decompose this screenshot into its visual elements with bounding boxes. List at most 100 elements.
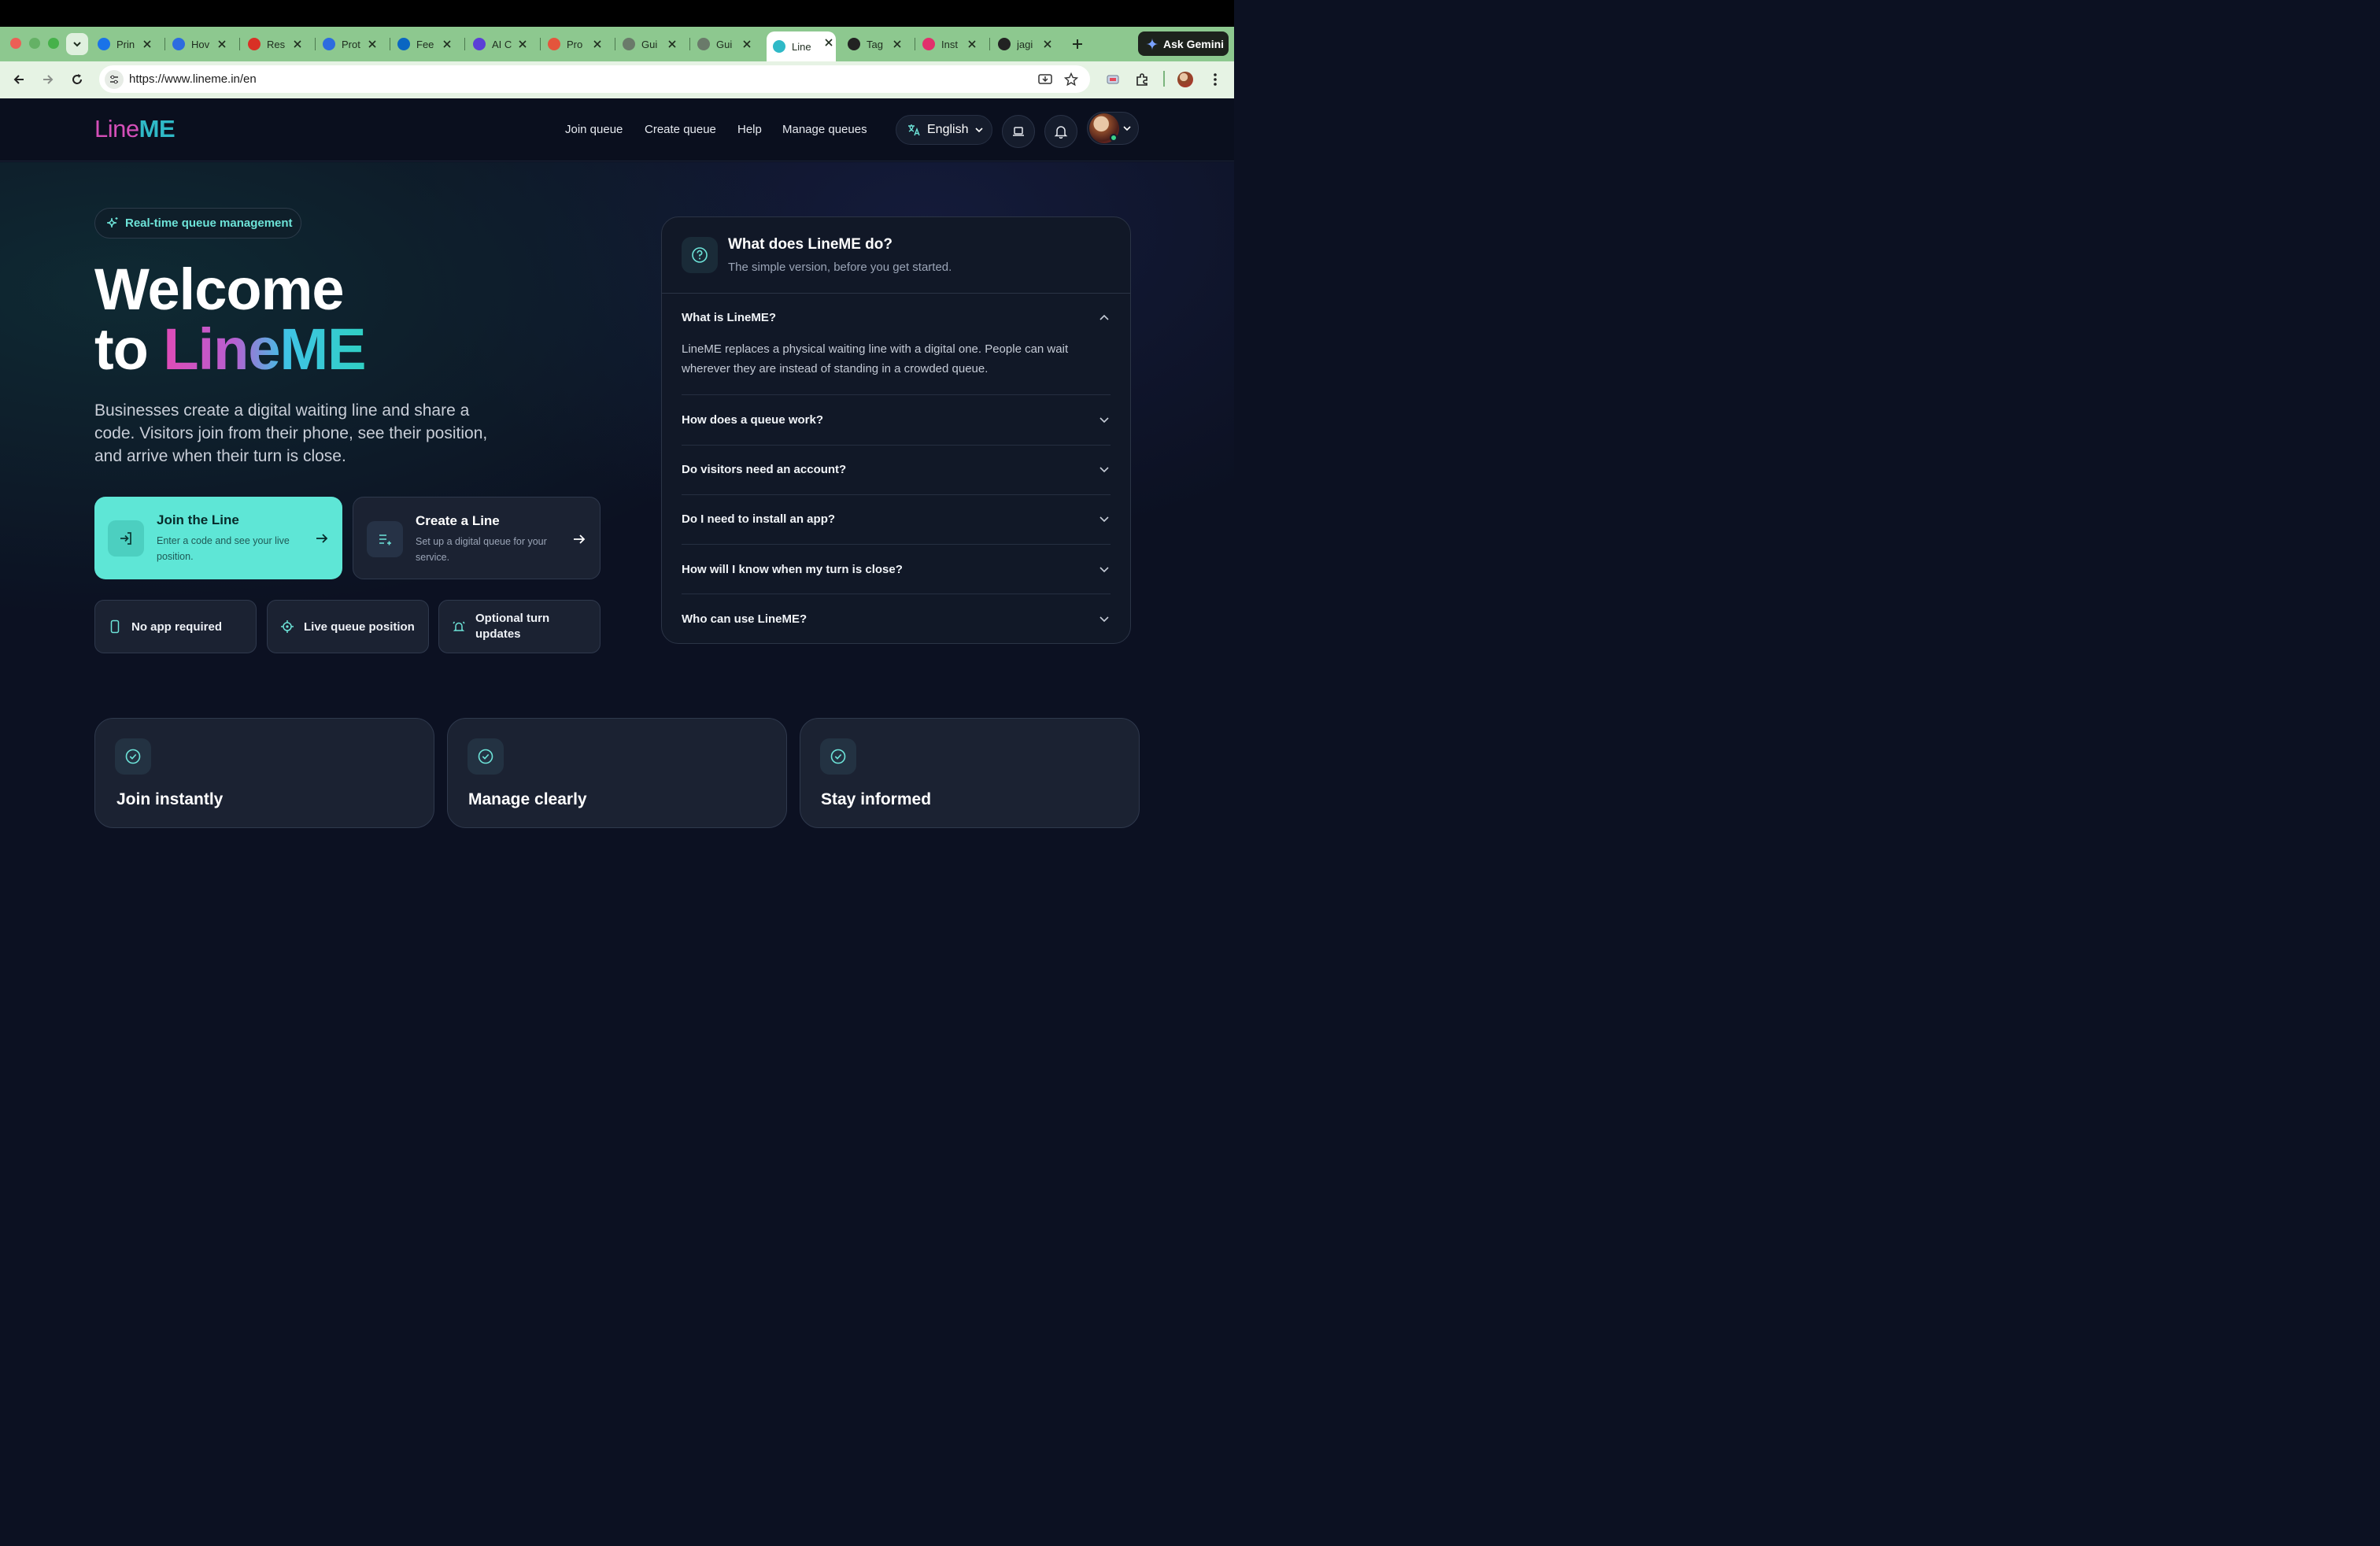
window-close-button[interactable] (10, 38, 21, 49)
close-icon[interactable] (290, 37, 305, 51)
close-icon[interactable] (1040, 37, 1055, 51)
rocket-icon (473, 38, 486, 50)
join-the-line-button[interactable]: Join the Line Enter a code and see your … (94, 497, 342, 579)
site-info-button[interactable] (105, 70, 124, 89)
url-text[interactable]: https://www.lineme.in/en (129, 72, 257, 86)
puzzle-icon (1136, 73, 1148, 86)
create-a-line-button[interactable]: Create a Line Set up a digital queue for… (353, 497, 601, 579)
new-tab-button[interactable] (1069, 33, 1086, 55)
tab-label: Inst (941, 38, 958, 50)
close-icon[interactable] (440, 37, 454, 51)
browser-tab[interactable]: Hov (172, 33, 229, 55)
tab-label: jagi (1017, 38, 1033, 50)
extensions-button[interactable] (1132, 69, 1152, 90)
tab-separator (989, 38, 990, 50)
window-zoom-button[interactable] (48, 38, 59, 49)
chevron-down-icon[interactable] (1098, 563, 1111, 575)
more-vertical-icon (1214, 73, 1217, 86)
chevron-down-icon[interactable] (1098, 612, 1111, 625)
gemini-sparkle-icon (1146, 37, 1159, 50)
lineme-logo[interactable]: LineME (94, 115, 176, 143)
browser-tab[interactable]: jagi (998, 33, 1055, 55)
window-minimize-button[interactable] (29, 38, 40, 49)
tab-search-button[interactable] (66, 33, 88, 55)
producthunt-icon (548, 38, 560, 50)
tab-label: Line (792, 40, 811, 53)
faq-subtitle: The simple version, before you get start… (728, 261, 952, 274)
forward-button[interactable] (38, 69, 58, 90)
close-icon[interactable] (665, 37, 679, 51)
language-select[interactable]: English (896, 115, 992, 145)
chevron-down-icon[interactable] (1098, 512, 1111, 525)
nav-manage-queues[interactable]: Manage queues (782, 123, 867, 136)
bookmark-button[interactable] (1061, 69, 1081, 90)
faq-question-how-queue-works[interactable]: How does a queue work? (682, 413, 823, 427)
notifications-button[interactable] (1044, 115, 1077, 148)
profile-button[interactable] (1175, 69, 1196, 90)
browser-tab[interactable]: Tag (848, 33, 904, 55)
page-icon (623, 38, 635, 50)
join-the-line-title: Join the Line (157, 512, 239, 527)
tab-label: Pro (567, 38, 583, 50)
close-icon[interactable] (140, 37, 154, 51)
nav-join-queue[interactable]: Join queue (565, 123, 623, 136)
faq-card (661, 216, 1131, 644)
browser-menu-button[interactable] (1205, 69, 1225, 90)
check-circle-box (468, 738, 504, 775)
close-icon[interactable] (590, 37, 604, 51)
browser-tab[interactable]: Pro (548, 33, 604, 55)
cta-icon-box (367, 521, 403, 557)
chevron-down-icon (975, 128, 984, 133)
check-circle-icon (478, 749, 493, 764)
nav-help[interactable]: Help (737, 123, 762, 136)
faq-question-what-is-lineme[interactable]: What is LineME? (682, 311, 776, 324)
reload-button[interactable] (67, 69, 87, 90)
close-icon[interactable] (740, 37, 754, 51)
display-mode-button[interactable] (1002, 115, 1035, 148)
close-icon[interactable] (516, 37, 530, 51)
close-icon[interactable] (965, 37, 979, 51)
extension-button[interactable] (1103, 69, 1123, 90)
feature-turn-updates: Optional turn updates (438, 600, 601, 653)
tab-label: Gui (716, 38, 733, 50)
close-icon[interactable] (890, 37, 904, 51)
faq-question-visitors-account[interactable]: Do visitors need an account? (682, 463, 846, 476)
check-circle-icon (830, 749, 846, 764)
browser-tab[interactable]: Prin (98, 33, 154, 55)
hero-title-brand: LineME (163, 316, 366, 382)
browser-tab[interactable]: Res (248, 33, 305, 55)
browser-tab[interactable]: Gui (697, 33, 754, 55)
browser-tab[interactable]: Line (767, 31, 836, 61)
close-icon[interactable] (365, 37, 379, 51)
online-status-dot (1110, 134, 1118, 142)
tab-label: Prot (342, 38, 360, 50)
faq-question-who-can-use[interactable]: Who can use LineME? (682, 612, 807, 626)
close-icon[interactable] (215, 37, 229, 51)
chevron-down-icon (73, 42, 81, 47)
browser-tab[interactable]: Fee (397, 33, 454, 55)
back-button[interactable] (9, 69, 29, 90)
ask-gemini-label: Ask Gemini (1163, 37, 1225, 50)
tab-label: AI C (492, 38, 512, 50)
browser-tab[interactable]: Inst (922, 33, 979, 55)
tab-separator (239, 38, 240, 50)
browser-tab[interactable]: Gui (623, 33, 679, 55)
chevron-down-icon[interactable] (1098, 413, 1111, 426)
translate-icon (908, 124, 920, 136)
help-circle-icon (692, 247, 708, 263)
faq-question-install-app[interactable]: Do I need to install an app? (682, 512, 835, 526)
chevron-up-icon[interactable] (1098, 312, 1111, 324)
close-icon[interactable] (822, 35, 836, 50)
install-icon (1038, 74, 1052, 84)
sparkle-icon (106, 217, 118, 228)
faq-question-turn-close[interactable]: How will I know when my turn is close? (682, 563, 903, 576)
ask-gemini-button[interactable]: Ask Gemini (1138, 31, 1229, 56)
plus-icon (1073, 39, 1082, 49)
chevron-down-icon[interactable] (1098, 463, 1111, 475)
browser-tab[interactable]: Prot (323, 33, 379, 55)
star-icon (1064, 72, 1078, 87)
nav-create-queue[interactable]: Create queue (645, 123, 716, 136)
browser-tab[interactable]: AI C (473, 33, 530, 55)
arrow-right-icon (574, 534, 586, 544)
install-app-button[interactable] (1035, 69, 1055, 90)
